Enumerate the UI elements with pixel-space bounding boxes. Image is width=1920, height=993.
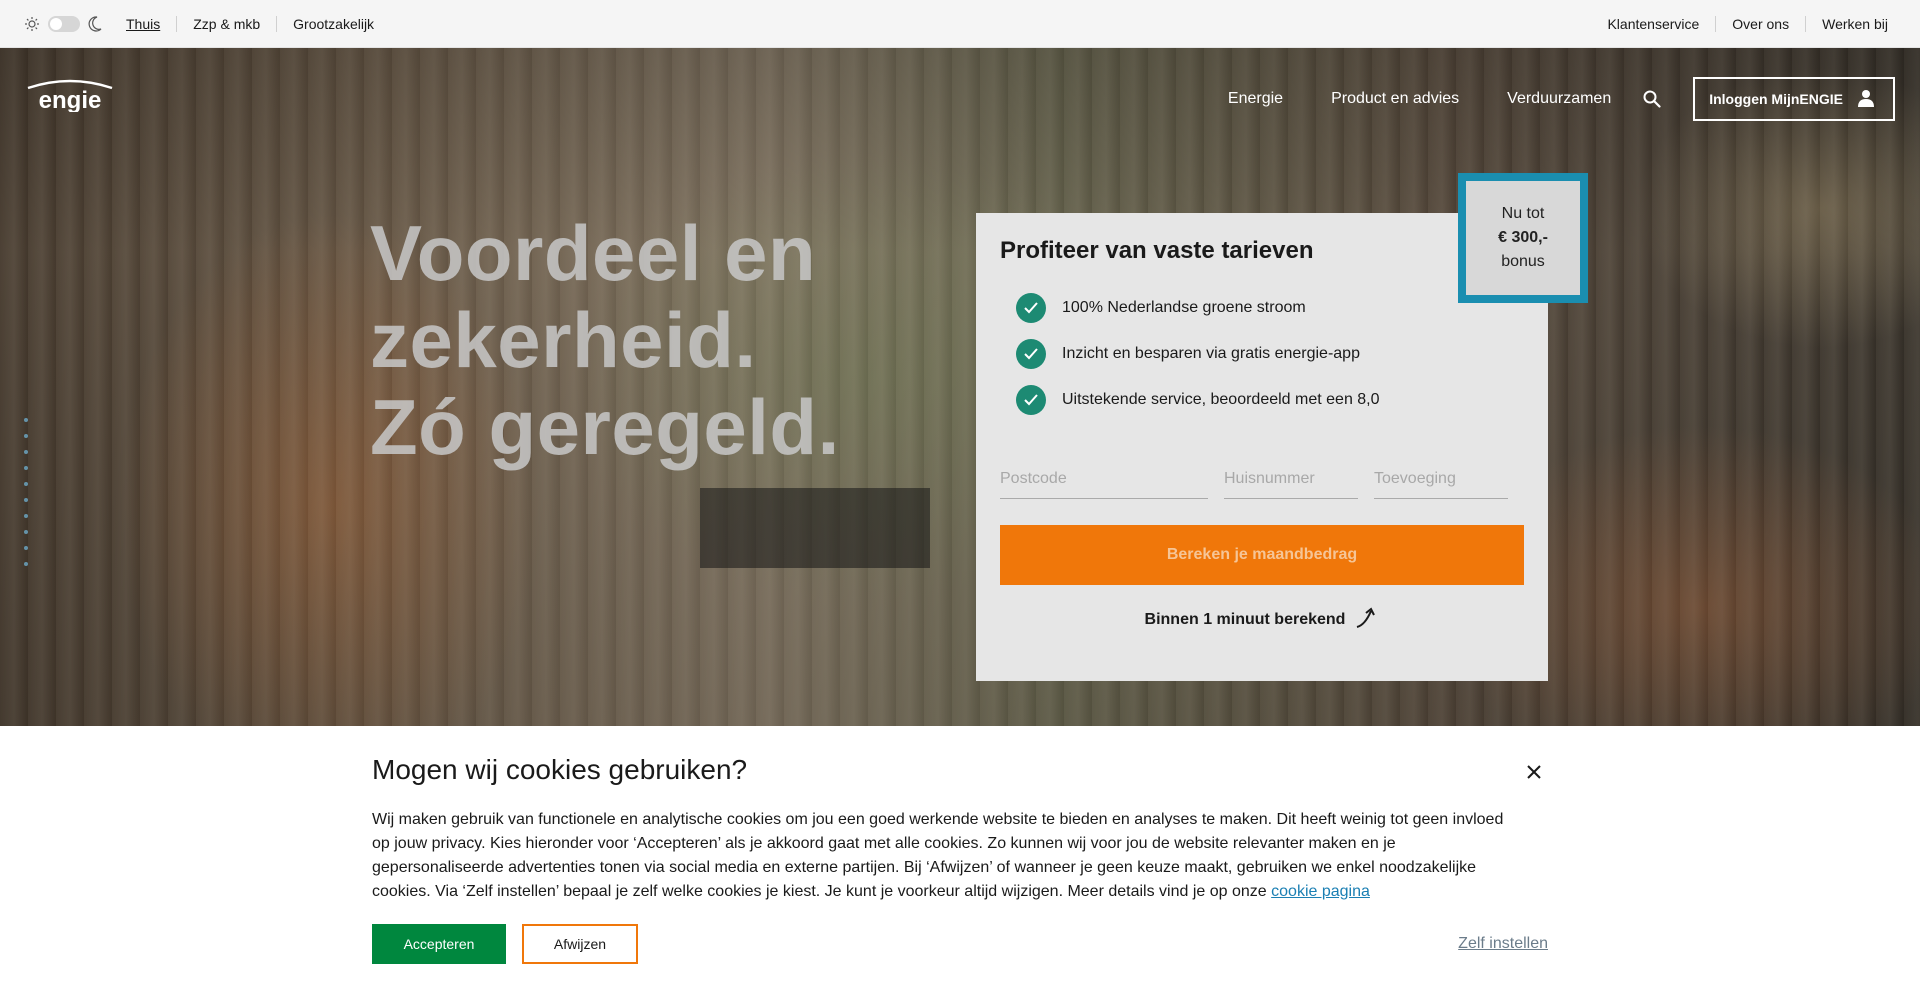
search-icon[interactable] [1643,90,1661,108]
link-klantenservice[interactable]: Klantenservice [1591,16,1715,32]
list-item: Uitstekende service, beoordeeld met een … [1016,377,1524,423]
cookie-text: Wij maken gebruik van functionele en ana… [372,808,1522,904]
cookie-title: Mogen wij cookies gebruiken? [372,754,748,785]
bonus-line-1: Nu tot [1501,205,1545,222]
engie-logo[interactable]: engie [24,78,116,117]
postcode-input[interactable] [1000,459,1208,499]
bonus-badge: Nu tot € 300,- bonus [1458,173,1588,303]
bonus-amount: € 300,- [1498,229,1548,246]
segment-grootzakelijk[interactable]: Grootzakelijk [276,15,390,32]
arrow-up-icon [1355,605,1379,634]
cookie-page-link[interactable]: cookie pagina [1271,883,1370,900]
link-werken-bij[interactable]: Werken bij [1805,15,1896,32]
segment-nav: Thuis Zzp & mkb Grootzakelijk [126,15,390,32]
hero-section [0,48,1920,726]
bonus-line-3: bonus [1501,253,1545,270]
hero-headline: Voordeel en zekerheid. Zó geregeld. [370,209,840,471]
check-icon [1016,293,1046,323]
reject-button[interactable]: Afwijzen [522,924,638,964]
accept-button[interactable]: Accepteren [372,924,506,964]
nav-verduurzamen[interactable]: Verduurzamen [1507,90,1611,108]
calculation-note: Binnen 1 minuut berekend [1000,605,1524,634]
huisnummer-input[interactable] [1224,459,1358,499]
main-nav: Energie Product en advies Verduurzamen I… [1180,77,1895,121]
list-item: Inzicht en besparen via gratis energie-a… [1016,331,1524,377]
benefit-text: 100% Nederlandse groene stroom [1062,299,1306,316]
sun-icon [24,16,40,32]
theme-toggle[interactable] [24,15,102,32]
segment-zzp-mkb[interactable]: Zzp & mkb [176,15,276,32]
benefit-list: 100% Nederlandse groene stroom Inzicht e… [1000,285,1524,423]
benefit-text: Inzicht en besparen via gratis energie-a… [1062,345,1360,362]
cookie-actions: Accepteren Afwijzen Zelf instellen [372,924,1548,964]
check-icon [1016,339,1046,369]
note-text: Binnen 1 minuut berekend [1144,610,1346,628]
list-item: 100% Nederlandse groene stroom [1016,285,1524,331]
address-fields [1000,459,1524,499]
segment-thuis[interactable]: Thuis [126,16,176,32]
utility-bar: Thuis Zzp & mkb Grootzakelijk Klantenser… [0,0,1920,48]
toevoeging-input[interactable] [1374,459,1508,499]
login-label: Inloggen MijnENGIE [1709,91,1843,107]
hero-overlay [0,48,1920,726]
calculate-button[interactable]: Bereken je maandbedrag [1000,525,1524,585]
moon-icon [88,15,102,32]
nav-energie[interactable]: Energie [1228,90,1283,108]
nav-product-en-advies[interactable]: Product en advies [1331,90,1459,108]
settings-link[interactable]: Zelf instellen [1458,935,1548,953]
benefit-text: Uitstekende service, beoordeeld met een … [1062,391,1380,408]
close-icon[interactable] [1520,758,1548,786]
login-button[interactable]: Inloggen MijnENGIE [1693,77,1895,121]
scroll-indicator [24,418,28,578]
cookie-banner: Mogen wij cookies gebruiken? Wij maken g… [0,726,1920,993]
link-over-ons[interactable]: Over ons [1715,15,1805,32]
utility-links: Klantenservice Over ons Werken bij [1591,15,1896,32]
offer-title: Profiteer van vaste tarieven [1000,237,1314,264]
dark-mode-switch[interactable] [48,15,80,32]
user-icon [1857,89,1875,110]
svg-text:engie: engie [39,87,102,112]
check-icon [1016,385,1046,415]
